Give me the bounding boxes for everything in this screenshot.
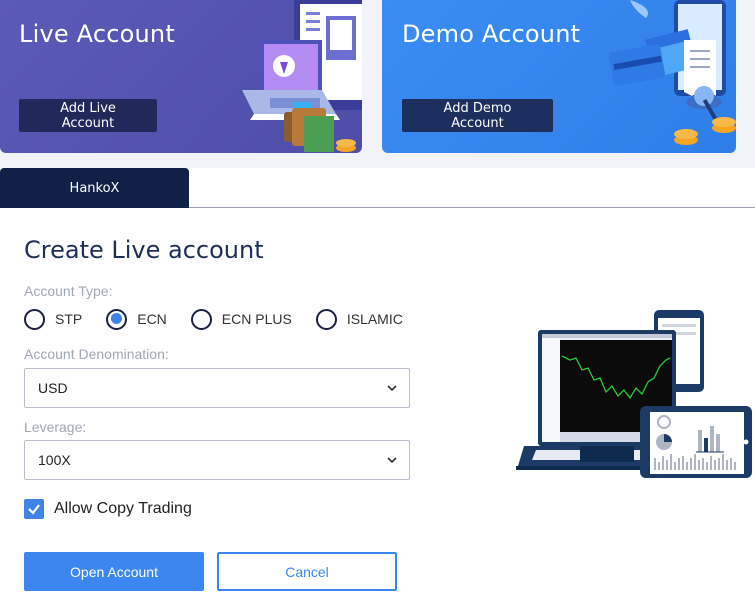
radio-islamic[interactable]: ISLAMIC (315, 308, 403, 330)
radio-ecn[interactable]: ECN (106, 308, 167, 330)
leverage-label: Leverage: (24, 419, 87, 435)
radio-circle (190, 308, 212, 330)
computer-wallet-illustration (242, 0, 362, 152)
checkmark-icon (28, 504, 40, 515)
demo-account-title: Demo Account (402, 20, 581, 48)
copy-trading-checkbox-row[interactable]: Allow Copy Trading (24, 499, 192, 519)
chevron-down-icon (387, 385, 397, 392)
denomination-value: USD (38, 380, 68, 396)
radio-label: ECN PLUS (221, 311, 292, 327)
copy-trading-checkbox[interactable] (24, 499, 44, 519)
leverage-select[interactable]: 100X (24, 440, 410, 480)
chevron-down-icon (387, 457, 397, 464)
live-account-card: Live Account Add Live Account (0, 0, 362, 153)
denomination-select[interactable]: USD (24, 368, 410, 408)
trading-devices-illustration (516, 310, 752, 478)
radio-label: ECN (137, 311, 167, 327)
radio-label: STP (55, 311, 83, 327)
radio-stp[interactable]: STP (24, 308, 83, 330)
live-account-title: Live Account (19, 20, 175, 48)
account-type-radio-group: STP ECN ECN PLUS ISLAMIC (24, 308, 427, 330)
account-tab-bar: HankoX (0, 168, 755, 208)
open-account-button[interactable]: Open Account (24, 552, 204, 591)
page-title: Create Live account (24, 236, 264, 264)
radio-ecn-plus[interactable]: ECN PLUS (190, 308, 292, 330)
account-type-label: Account Type: (24, 283, 113, 299)
radio-circle (24, 308, 45, 330)
leverage-value: 100X (38, 452, 71, 468)
credit-card-receipt-illustration (608, 0, 736, 145)
copy-trading-label: Allow Copy Trading (54, 500, 192, 517)
demo-account-card: Demo Account Add Demo Account (382, 0, 736, 153)
add-demo-account-button[interactable]: Add Demo Account (402, 99, 553, 132)
tab-hankox[interactable]: HankoX (0, 168, 189, 208)
radio-label: ISLAMIC (346, 311, 403, 327)
radio-circle (315, 308, 337, 330)
add-live-account-button[interactable]: Add Live Account (19, 99, 157, 132)
cancel-button[interactable]: Cancel (217, 552, 397, 591)
radio-circle-selected (106, 308, 128, 330)
denomination-label: Account Denomination: (24, 346, 169, 362)
